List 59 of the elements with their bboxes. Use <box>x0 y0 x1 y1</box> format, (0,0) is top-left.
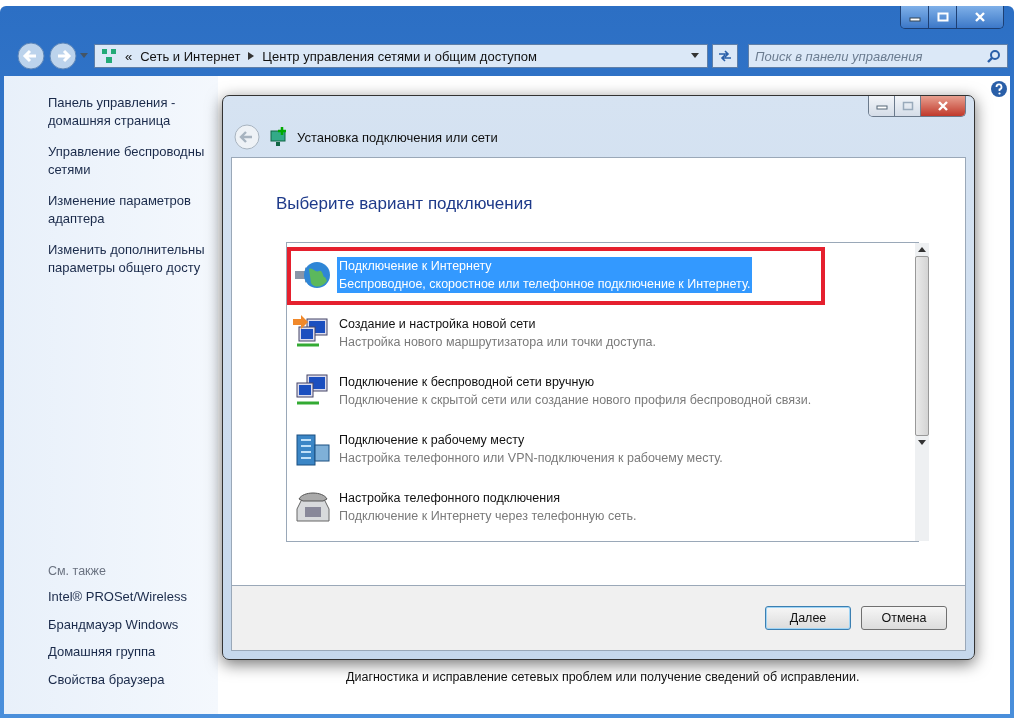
refresh-icon <box>717 49 733 63</box>
maximize-icon <box>901 101 914 111</box>
option-title: Настройка телефонного подключения <box>339 490 561 507</box>
sidebar-link[interactable]: Управление беспроводны сетями <box>48 143 218 179</box>
connection-option[interactable]: Настройка телефонного подключения Подключение к Интернету через телефонную сеть. <box>287 479 826 537</box>
option-title: Создание и настройка новой сети <box>339 316 537 333</box>
refresh-button[interactable] <box>712 44 738 68</box>
close-button[interactable] <box>921 96 965 116</box>
office-building-icon <box>293 431 333 467</box>
search-field[interactable]: Поиск в панели управления <box>748 44 1008 68</box>
scroll-up-icon[interactable] <box>918 247 927 252</box>
option-description: Подключение к Интернету через телефонную сеть. <box>339 508 637 525</box>
option-description: Подключение к скрытой сети или создание нового профиля беспроводной связи. <box>339 392 812 409</box>
address-bar[interactable]: « Сеть и Интернет Центр управления сетями и общим доступом <box>94 44 708 68</box>
see-also-link[interactable]: Домашняя группа <box>48 643 218 661</box>
close-icon <box>974 12 986 22</box>
breadcrumb-item[interactable]: Центр управления сетями и общим доступом <box>262 48 537 64</box>
sidebar-link[interactable]: Изменение параметров адаптера <box>48 192 218 228</box>
sidebar-link[interactable]: Изменить дополнительны параметры общего досту <box>48 241 218 277</box>
troubleshoot-description: Диагностика и исправление сетевых проблем или получение сведений об исправлении. <box>346 670 860 684</box>
option-description: Настройка нового маршрутизатора или точки доступа. <box>339 334 656 351</box>
back-button[interactable] <box>16 41 46 71</box>
see-also-link[interactable]: Intel® PROSet/Wireless <box>48 588 218 606</box>
network-setup-icon <box>269 127 289 147</box>
see-also-heading: См. также <box>48 564 107 578</box>
next-button[interactable]: Далее <box>765 606 851 630</box>
connection-option[interactable]: Подключение к беспроводной сети вручную Подключение к скрытой сети или создание нового профиля беспроводной связи. <box>287 363 826 421</box>
telephone-icon <box>293 489 333 525</box>
connection-option[interactable]: Создание и настройка новой сети Настройка нового маршрутизатора или точки доступа. <box>287 305 826 363</box>
maximize-icon <box>936 12 949 22</box>
search-icon <box>987 49 1001 63</box>
minimize-button[interactable] <box>869 96 895 116</box>
option-title: Подключение к Интернету <box>339 258 493 275</box>
minimize-button[interactable] <box>901 6 929 28</box>
network-icon <box>101 48 117 64</box>
breadcrumb-item[interactable]: Сеть и Интернет <box>140 48 241 64</box>
option-description: Беспроводное, скоростное или телефонное подключение к Интернету. <box>339 276 751 293</box>
scroll-thumb[interactable] <box>915 256 930 436</box>
cancel-button[interactable]: Отмена <box>861 606 947 630</box>
see-also-link[interactable]: Свойства браузера <box>48 670 218 689</box>
close-icon <box>936 101 950 111</box>
maximize-button[interactable] <box>929 6 957 28</box>
scroll-down-icon[interactable] <box>918 440 927 445</box>
dropdown-icon[interactable] <box>691 53 699 59</box>
connection-option[interactable]: Подключение к рабочему месту Настройка телефонного или VPN-подключения к рабочему месту. <box>287 421 826 479</box>
scrollbar[interactable] <box>915 243 930 541</box>
dialog-title: Установка подключения или сети <box>297 129 498 145</box>
separator-icon[interactable] <box>248 52 255 60</box>
dialog-heading: Выберите вариант подключения <box>276 194 534 214</box>
overflow-mark[interactable]: « <box>125 48 133 64</box>
see-also-link[interactable]: Брандмауэр Windows <box>48 615 218 634</box>
forward-button[interactable] <box>48 41 78 71</box>
sidebar-link[interactable]: Панель управления - домашняя страница <box>48 94 218 130</box>
close-button[interactable] <box>957 6 1003 28</box>
help-icon[interactable] <box>990 80 1008 98</box>
option-title: Подключение к беспроводной сети вручную <box>339 374 596 391</box>
option-description: Настройка телефонного или VPN-подключения к рабочему месту. <box>339 450 723 467</box>
option-title: Подключение к рабочему месту <box>339 432 526 449</box>
minimize-icon <box>875 102 888 110</box>
